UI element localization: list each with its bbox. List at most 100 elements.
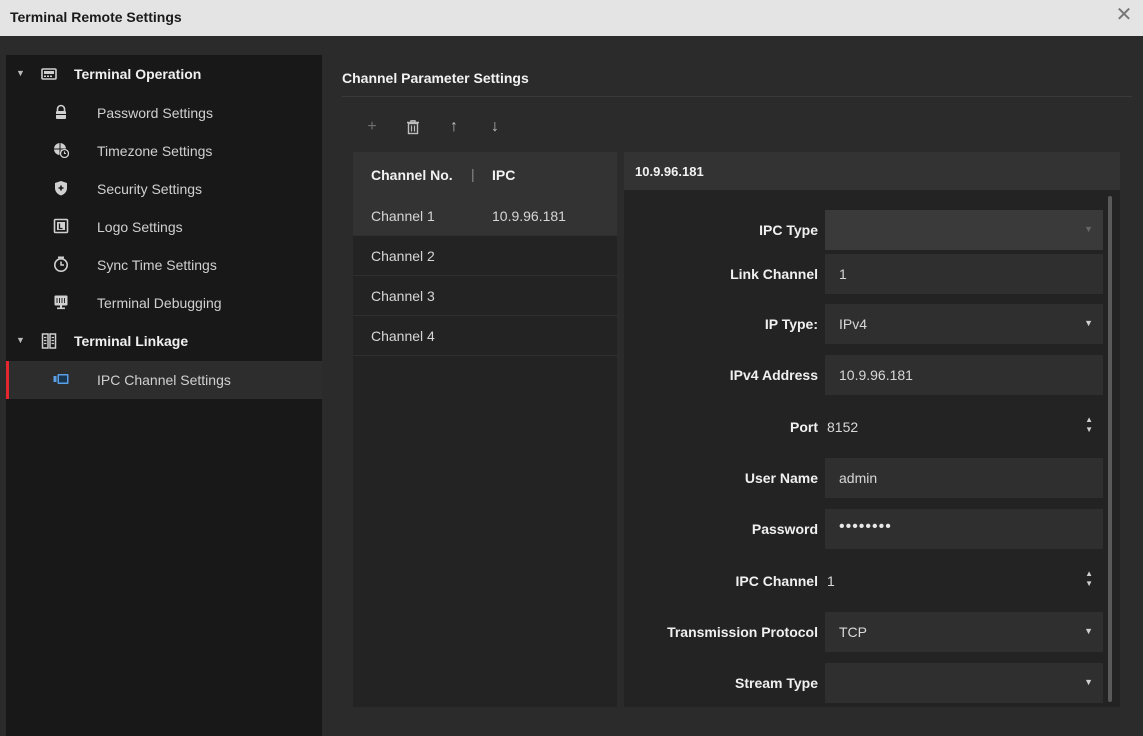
sidebar-item-label: Sync Time Settings [97,257,217,273]
sidebar-item-label: Terminal Debugging [97,295,222,311]
move-down-icon[interactable]: ↓ [483,116,507,138]
ipc-type-label: IPC Type [759,222,818,238]
title-bar: Terminal Remote Settings ✕ [0,0,1143,36]
delete-icon[interactable] [401,116,425,138]
form-row-password: Password •••••••• [624,509,1104,549]
transmission-protocol-label: Transmission Protocol [667,624,818,640]
globe-clock-icon [54,143,69,158]
form-row-user-name: User Name admin [624,458,1104,498]
sidebar-item-label: Password Settings [97,105,213,121]
ip-type-label: IP Type: [764,316,818,332]
sidebar-item-sync-time-settings[interactable]: Sync Time Settings [6,246,322,284]
chevron-down-icon: ▼ [1084,626,1093,636]
port-stepper[interactable]: 8152 ▲ ▼ [825,407,1103,447]
caret-down-icon[interactable]: ▼ [16,68,25,78]
link-channel-label: Link Channel [730,266,818,282]
debug-monitor-icon [54,295,68,310]
password-field[interactable]: •••••••• [825,509,1103,549]
channel-cell: Channel 2 [371,248,435,264]
channel-cell: Channel 4 [371,328,435,344]
sidebar-item-label: Timezone Settings [97,143,213,159]
form-row-link-channel: Link Channel 1 [624,254,1104,294]
logo-icon [53,218,69,234]
ipc-cell: 10.9.96.181 [492,208,566,224]
channel-detail-panel: 10.9.96.181 IPC Type ▼ Link Channel 1 IP… [624,152,1120,707]
stepper-arrows-icon[interactable]: ▲ ▼ [1085,569,1093,589]
table-row[interactable]: Channel 2 [353,236,617,276]
ip-type-select[interactable]: IPv4 ▼ [825,304,1103,344]
window-title: Terminal Remote Settings [10,9,182,25]
table-row[interactable]: Channel 1 10.9.96.181 [353,196,617,236]
transmission-protocol-value: TCP [839,624,867,640]
form-row-stream-type: Stream Type ▼ [624,663,1104,703]
sidebar-item-timezone-settings[interactable]: Timezone Settings [6,132,322,170]
form-row-ipv4-address: IPv4 Address 10.9.96.181 [624,355,1104,395]
sidebar-item-label: Security Settings [97,181,203,197]
lock-icon [56,104,66,119]
linkage-icon [41,333,57,349]
move-up-icon[interactable]: ↑ [442,116,466,138]
ipc-camera-icon [53,374,69,384]
form-row-port: Port 8152 ▲ ▼ [624,407,1104,447]
ipv4-address-field[interactable]: 10.9.96.181 [825,355,1103,395]
form-row-transmission-protocol: Transmission Protocol TCP ▼ [624,612,1104,652]
ipv4-address-value: 10.9.96.181 [839,367,913,383]
sidebar-item-label: Logo Settings [97,219,183,235]
channel-table-header: Channel No. | IPC [353,152,617,196]
column-header-ipc: IPC [492,167,516,183]
ipc-channel-stepper[interactable]: 1 ▲ ▼ [825,561,1103,601]
ipc-type-select[interactable]: ▼ [825,210,1103,250]
channel-toolbar: + ↑ ↓ [360,116,524,138]
link-channel-field[interactable]: 1 [825,254,1103,294]
transmission-protocol-select[interactable]: TCP ▼ [825,612,1103,652]
sidebar-group-label: Terminal Operation [74,66,202,82]
ipc-channel-label: IPC Channel [735,573,818,589]
vertical-scrollbar[interactable] [1108,196,1112,702]
channel-cell: Channel 1 [371,208,435,224]
sidebar-item-security-settings[interactable]: Security Settings [6,170,322,208]
stream-type-select[interactable]: ▼ [825,663,1103,703]
channel-table: Channel No. | IPC Channel 1 10.9.96.181 … [353,152,617,707]
table-row[interactable]: Channel 4 [353,316,617,356]
form-row-ip-type: IP Type: IPv4 ▼ [624,304,1104,344]
channel-cell: Channel 3 [371,288,435,304]
sidebar-item-logo-settings[interactable]: Logo Settings [6,208,322,246]
sidebar: ▼ Terminal Operation Password Settings T… [6,55,322,736]
form-row-ipc-channel: IPC Channel 1 ▲ ▼ [624,561,1104,601]
table-row[interactable]: Channel 3 [353,276,617,316]
stream-type-label: Stream Type [735,675,818,691]
port-value: 8152 [827,419,859,435]
user-name-field[interactable]: admin [825,458,1103,498]
terminal-icon [41,68,57,80]
link-channel-value: 1 [839,266,847,282]
stepper-arrows-icon[interactable]: ▲ ▼ [1085,415,1093,435]
sidebar-group-label: Terminal Linkage [74,333,189,349]
chevron-down-icon: ▼ [1084,224,1093,234]
user-name-value: admin [839,470,878,486]
terminal-remote-settings-window: Terminal Remote Settings ✕ ▼ Terminal Op… [0,0,1143,736]
password-label: Password [751,521,818,537]
sidebar-item-ipc-channel-settings[interactable]: IPC Channel Settings [6,361,322,399]
shield-icon [55,181,67,196]
sidebar-item-label: IPC Channel Settings [97,372,231,388]
column-separator: | [471,166,475,182]
column-header-channel-no: Channel No. [371,167,453,183]
sidebar-item-terminal-debugging[interactable]: Terminal Debugging [6,284,322,322]
sidebar-item-password-settings[interactable]: Password Settings [6,94,322,132]
sync-clock-icon [54,256,68,272]
add-icon[interactable]: + [360,116,384,138]
sidebar-group-terminal-operation[interactable]: ▼ Terminal Operation [6,55,322,94]
close-icon[interactable]: ✕ [1113,4,1135,26]
sidebar-group-terminal-linkage[interactable]: ▼ Terminal Linkage [6,322,322,361]
detail-header-title: 10.9.96.181 [635,164,704,179]
detail-header: 10.9.96.181 [624,152,1120,190]
caret-down-icon[interactable]: ▼ [16,335,25,345]
password-value: •••••••• [839,518,892,535]
ip-type-value: IPv4 [839,316,868,332]
ipv4-address-label: IPv4 Address [729,367,818,383]
section-title: Channel Parameter Settings [342,70,529,86]
ipc-channel-value: 1 [827,573,835,589]
chevron-down-icon: ▼ [1084,677,1093,687]
main-content: Channel Parameter Settings + ↑ ↓ Channel… [322,36,1143,736]
user-name-label: User Name [744,470,818,486]
